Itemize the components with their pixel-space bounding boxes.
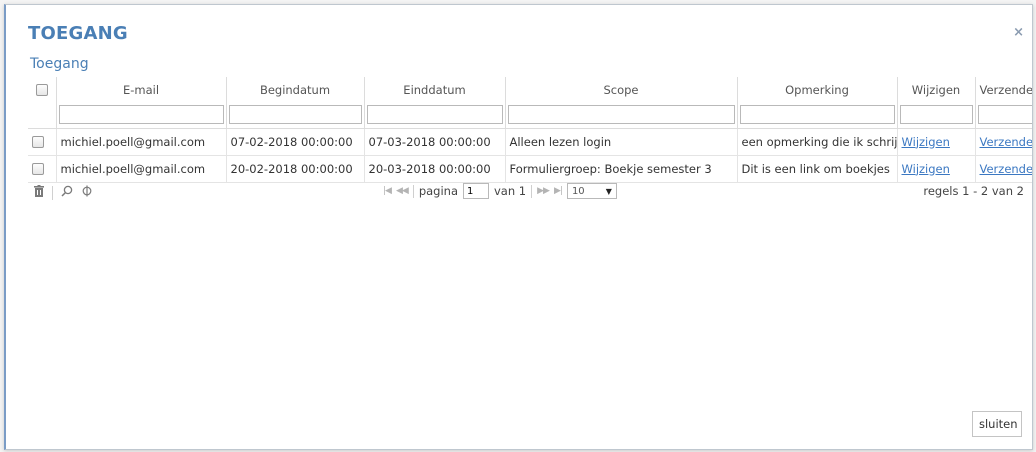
- wijzigen-link[interactable]: Wijzigen: [902, 135, 950, 149]
- cell-scope: Formuliergroep: Boekje semester 3: [505, 155, 738, 183]
- close-icon[interactable]: ×: [1013, 25, 1024, 40]
- column-header-wijzigen[interactable]: Wijzigen: [897, 77, 976, 102]
- row-select-cell: [28, 155, 57, 183]
- prev-page-icon[interactable]: ◀◀: [396, 186, 409, 196]
- pager-separator: [412, 184, 414, 198]
- table-row[interactable]: michiel.poell@gmail.com 20-02-2018 00:00…: [28, 155, 1033, 183]
- filter-opmerking-input[interactable]: [739, 104, 895, 124]
- cell-verzenden: Verzenden: [975, 128, 1033, 156]
- last-page-icon[interactable]: ▶|: [554, 186, 563, 196]
- pager-actions: [34, 185, 93, 200]
- column-header-email[interactable]: E-mail: [56, 77, 227, 102]
- close-button[interactable]: sluiten: [972, 411, 1022, 437]
- refresh-icon[interactable]: [81, 185, 93, 200]
- verzenden-link[interactable]: Verzenden: [980, 135, 1033, 149]
- filter-einddatum-input[interactable]: [366, 104, 503, 124]
- row-checkbox[interactable]: [32, 163, 44, 175]
- cell-wijzigen: Wijzigen: [897, 155, 976, 183]
- filter-email-input[interactable]: [58, 104, 224, 124]
- row-checkbox[interactable]: [32, 136, 44, 148]
- table-row[interactable]: michiel.poell@gmail.com 07-02-2018 00:00…: [28, 128, 1033, 156]
- search-icon[interactable]: [61, 185, 73, 200]
- header-row: E-mail Begindatum Einddatum Scope Opmerk…: [28, 77, 1032, 102]
- filter-begindatum-input[interactable]: [228, 104, 362, 124]
- cell-opmerking: een opmerking die ik schrijf: [737, 128, 898, 156]
- pager-separator: [52, 185, 53, 200]
- wijzigen-link[interactable]: Wijzigen: [902, 162, 950, 176]
- first-page-icon[interactable]: |◀: [383, 186, 392, 196]
- next-page-icon[interactable]: ▶▶: [537, 186, 550, 196]
- filter-cell-begindatum: [226, 102, 365, 129]
- filter-cell-empty: [28, 102, 57, 129]
- filter-cell-scope: [505, 102, 738, 129]
- access-table: E-mail Begindatum Einddatum Scope Opmerk…: [28, 77, 1032, 183]
- filter-cell-opmerking: [737, 102, 898, 129]
- filter-cell-einddatum: [364, 102, 506, 129]
- filter-verzenden-input[interactable]: [977, 104, 1032, 124]
- verzenden-link[interactable]: Verzenden: [980, 162, 1033, 176]
- cell-verzenden: Verzenden: [975, 155, 1033, 183]
- cell-einddatum: 07-03-2018 00:00:00: [364, 128, 506, 156]
- select-all-checkbox[interactable]: [35, 84, 48, 96]
- trash-icon[interactable]: [34, 185, 44, 200]
- cell-einddatum: 20-03-2018 00:00:00: [364, 155, 506, 183]
- filter-cell-verzenden: [975, 102, 1032, 129]
- page-number-input[interactable]: [463, 183, 489, 199]
- cell-email: michiel.poell@gmail.com: [56, 155, 227, 183]
- column-header-verzenden[interactable]: Verzenden: [975, 77, 1032, 102]
- select-all-cell: [28, 77, 57, 102]
- access-grid: E-mail Begindatum Einddatum Scope Opmerk…: [28, 77, 1032, 189]
- filter-wijzigen-input[interactable]: [899, 104, 973, 124]
- cell-begindatum: 07-02-2018 00:00:00: [226, 128, 365, 156]
- cell-email: michiel.poell@gmail.com: [56, 128, 227, 156]
- page-label: pagina: [418, 184, 458, 198]
- filter-cell-email: [56, 102, 227, 129]
- filter-cell-wijzigen: [897, 102, 976, 129]
- column-header-begindatum[interactable]: Begindatum: [226, 77, 365, 102]
- records-info: regels 1 - 2 van 2: [923, 184, 1024, 198]
- column-header-opmerking[interactable]: Opmerking: [737, 77, 898, 102]
- filter-row: [28, 102, 1032, 129]
- filter-scope-input[interactable]: [507, 104, 735, 124]
- pager-separator: [531, 184, 533, 198]
- toegang-dialog: TOEGANG × Toegang E-mail Begindatum Eind…: [4, 4, 1033, 450]
- dialog-title: TOEGANG: [28, 23, 128, 44]
- cell-scope: Alleen lezen login: [505, 128, 738, 156]
- column-header-einddatum[interactable]: Einddatum: [364, 77, 506, 102]
- cell-wijzigen: Wijzigen: [897, 128, 976, 156]
- row-select-cell: [28, 128, 57, 156]
- chevron-down-icon: ▼: [605, 186, 612, 196]
- page-size-value: 10: [571, 185, 585, 197]
- page-size-select[interactable]: 10 ▼: [566, 183, 617, 199]
- pagination: |◀ ◀◀ pagina van 1 ▶▶ ▶| 10 ▼: [383, 183, 617, 199]
- pager-bar: |◀ ◀◀ pagina van 1 ▶▶ ▶| 10 ▼ regels 1 -…: [28, 181, 1032, 203]
- page-count: van 1: [494, 184, 527, 198]
- cell-opmerking: Dit is een link om boekjes: [737, 155, 898, 183]
- section-title: Toegang: [30, 56, 89, 72]
- column-header-scope[interactable]: Scope: [505, 77, 738, 102]
- cell-begindatum: 20-02-2018 00:00:00: [226, 155, 365, 183]
